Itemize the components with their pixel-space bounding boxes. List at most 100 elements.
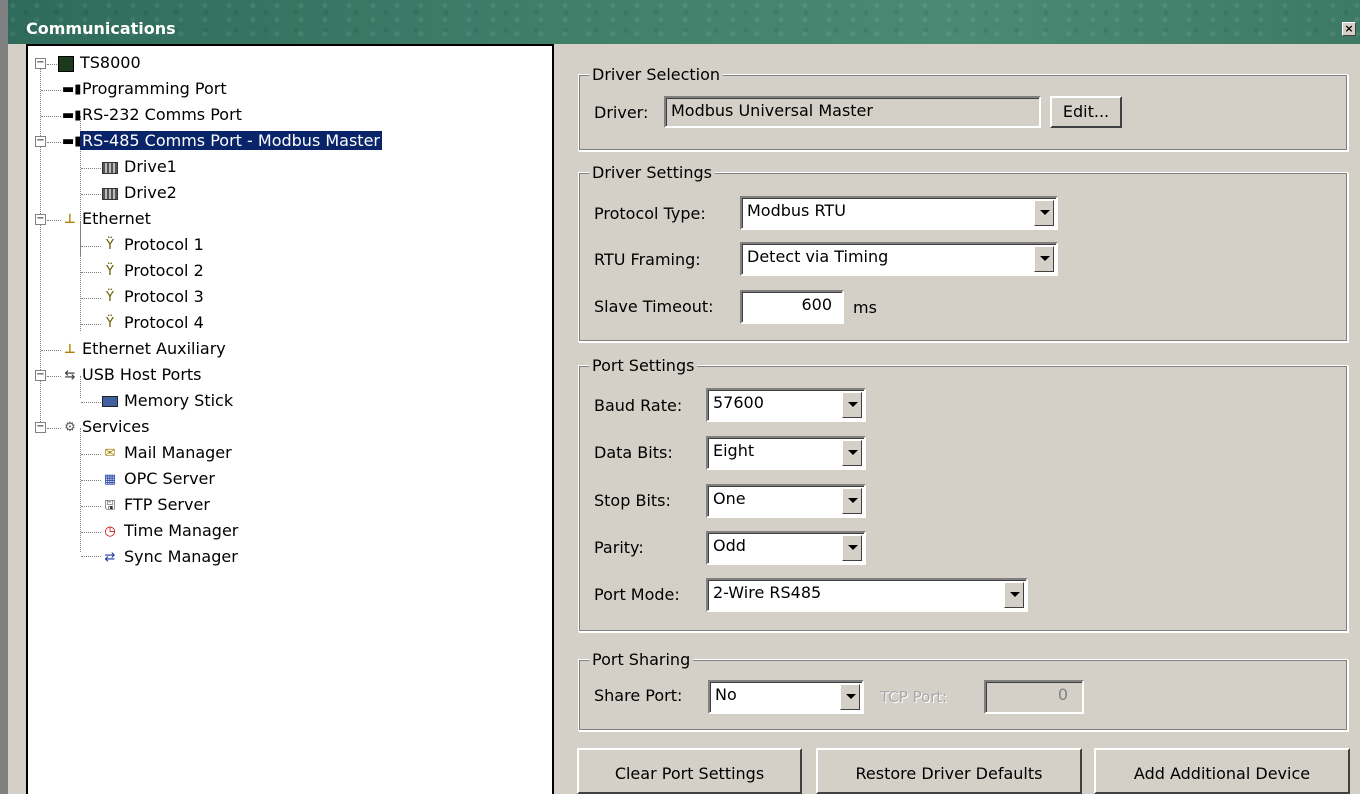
tree-item-label: Programming Port (82, 79, 227, 98)
sync-manager-icon: ⇄ (104, 550, 116, 565)
baud-rate-select[interactable]: 57600 (706, 388, 866, 422)
device-block-icon (102, 188, 118, 200)
opc-server-icon: ▦ (103, 472, 117, 487)
chevron-down-icon[interactable] (1034, 246, 1054, 272)
tree-line (81, 454, 101, 455)
data-bits-value: Eight (713, 441, 755, 460)
tree-item-programming-port[interactable]: Programming Port (80, 78, 229, 102)
tree-item-protocol-2[interactable]: Protocol 2 (122, 260, 206, 284)
port-sharing-group: Port Sharing (578, 650, 1348, 731)
close-icon[interactable]: × (1342, 22, 1356, 36)
tree-item-memory-stick[interactable]: Memory Stick (122, 390, 235, 414)
parity-select[interactable]: Odd (706, 531, 866, 565)
tree-item-usb-host-ports[interactable]: USB Host Ports (80, 364, 204, 388)
tree-line (81, 194, 101, 195)
port-mode-label: Port Mode: (594, 585, 680, 604)
tree-line (47, 64, 57, 65)
tree-item-sync-manager[interactable]: Sync Manager (122, 546, 240, 570)
tree-item-label: Services (82, 417, 150, 436)
tree-expander[interactable]: − (35, 214, 46, 225)
tree-item-drive2[interactable]: Drive2 (122, 182, 179, 206)
tree-item-protocol-3[interactable]: Protocol 3 (122, 286, 206, 310)
tree-item-drive1[interactable]: Drive1 (122, 156, 179, 180)
parity-value: Odd (713, 536, 746, 555)
rtu-framing-label: RTU Framing: (594, 250, 701, 269)
data-bits-select[interactable]: Eight (706, 436, 866, 470)
chevron-down-icon[interactable] (840, 684, 860, 710)
tree-line (81, 506, 101, 507)
clear-port-settings-button[interactable]: Clear Port Settings (577, 748, 802, 794)
device-block-icon (102, 162, 118, 174)
tree-line (47, 220, 61, 221)
chevron-down-icon[interactable] (842, 440, 862, 466)
stop-bits-select[interactable]: One (706, 484, 866, 518)
memory-stick-icon (102, 396, 118, 407)
parity-label: Parity: (594, 538, 644, 557)
tree-item-rs485-port[interactable]: RS-485 Comms Port - Modbus Master (80, 130, 382, 154)
tree-expander[interactable]: − (35, 422, 46, 433)
chevron-down-icon[interactable] (842, 488, 862, 514)
tree-item-time-manager[interactable]: Time Manager (122, 520, 240, 544)
driver-field[interactable]: Modbus Universal Master (664, 96, 1041, 128)
tree-item-label: Protocol 3 (124, 287, 204, 306)
tree-item-label: Drive1 (124, 157, 177, 176)
port-mode-select[interactable]: 2-Wire RS485 (706, 578, 1028, 612)
tree-line (81, 272, 101, 273)
tree-item-ftp-server[interactable]: FTP Server (122, 494, 212, 518)
tree-item-label: Drive2 (124, 183, 177, 202)
restore-driver-defaults-button[interactable]: Restore Driver Defaults (816, 748, 1082, 794)
tree-item-mail-manager[interactable]: Mail Manager (122, 442, 234, 466)
slave-timeout-input[interactable]: 600 (740, 290, 844, 324)
tree-item-services[interactable]: Services (80, 416, 151, 440)
tree-item-label: Protocol 4 (124, 313, 204, 332)
baud-rate-label: Baud Rate: (594, 396, 683, 415)
tree-item-rs232-port[interactable]: RS-232 Comms Port (80, 104, 244, 128)
tree-line (81, 324, 101, 325)
tree-line (41, 116, 61, 117)
tree-item-opc-server[interactable]: OPC Server (122, 468, 217, 492)
protocol-icon: Ÿ (106, 316, 114, 331)
ftp-server-icon: 🖫 (104, 498, 116, 513)
tree-item-protocol-1[interactable]: Protocol 1 (122, 234, 206, 258)
tree-item-ethernet-auxiliary[interactable]: Ethernet Auxiliary (80, 338, 228, 362)
tree-item-ts8000[interactable]: TS8000 (78, 52, 143, 76)
communications-tree[interactable]: − TS8000 ▬▮ Programming Port ▬▮ RS-232 C… (26, 44, 554, 794)
services-gears-icon: ⚙ (64, 420, 76, 435)
tree-expander[interactable]: − (35, 136, 46, 147)
share-port-label: Share Port: (594, 686, 683, 705)
tree-item-label: RS-232 Comms Port (82, 105, 242, 124)
tree-line (47, 428, 61, 429)
stop-bits-label: Stop Bits: (594, 491, 671, 510)
tree-item-label: OPC Server (124, 469, 215, 488)
tree-line (41, 90, 61, 91)
port-sharing-legend: Port Sharing (589, 650, 694, 669)
tcp-port-label: TCP Port: (880, 688, 948, 706)
protocol-type-select[interactable]: Modbus RTU (740, 196, 1058, 230)
protocol-icon: Ÿ (106, 290, 114, 305)
tree-line (81, 168, 101, 169)
tree-item-label: Mail Manager (124, 443, 232, 462)
port-plug-icon: ▬▮ (62, 108, 82, 123)
add-additional-device-button[interactable]: Add Additional Device (1094, 748, 1350, 794)
edit-driver-button[interactable]: Edit... (1050, 96, 1122, 128)
tree-item-label: Ethernet (82, 209, 151, 228)
chevron-down-icon[interactable] (1034, 200, 1054, 226)
tree-line (81, 480, 101, 481)
chevron-down-icon[interactable] (1004, 582, 1024, 608)
rtu-framing-select[interactable]: Detect via Timing (740, 242, 1058, 276)
tcp-port-input[interactable]: 0 (984, 680, 1084, 714)
tree-line (81, 246, 101, 247)
tree-expander[interactable]: − (35, 370, 46, 381)
protocol-icon: Ÿ (106, 238, 114, 253)
tree-line (81, 402, 101, 403)
chevron-down-icon[interactable] (842, 535, 862, 561)
title-bar: Communications × (8, 0, 1360, 44)
tree-expander[interactable]: − (35, 58, 46, 69)
tree-item-protocol-4[interactable]: Protocol 4 (122, 312, 206, 336)
share-port-select[interactable]: No (708, 680, 864, 714)
tree-line (81, 298, 101, 299)
share-port-value: No (715, 685, 737, 704)
protocol-icon: Ÿ (106, 264, 114, 279)
tree-item-ethernet[interactable]: Ethernet (80, 208, 153, 232)
chevron-down-icon[interactable] (842, 392, 862, 418)
